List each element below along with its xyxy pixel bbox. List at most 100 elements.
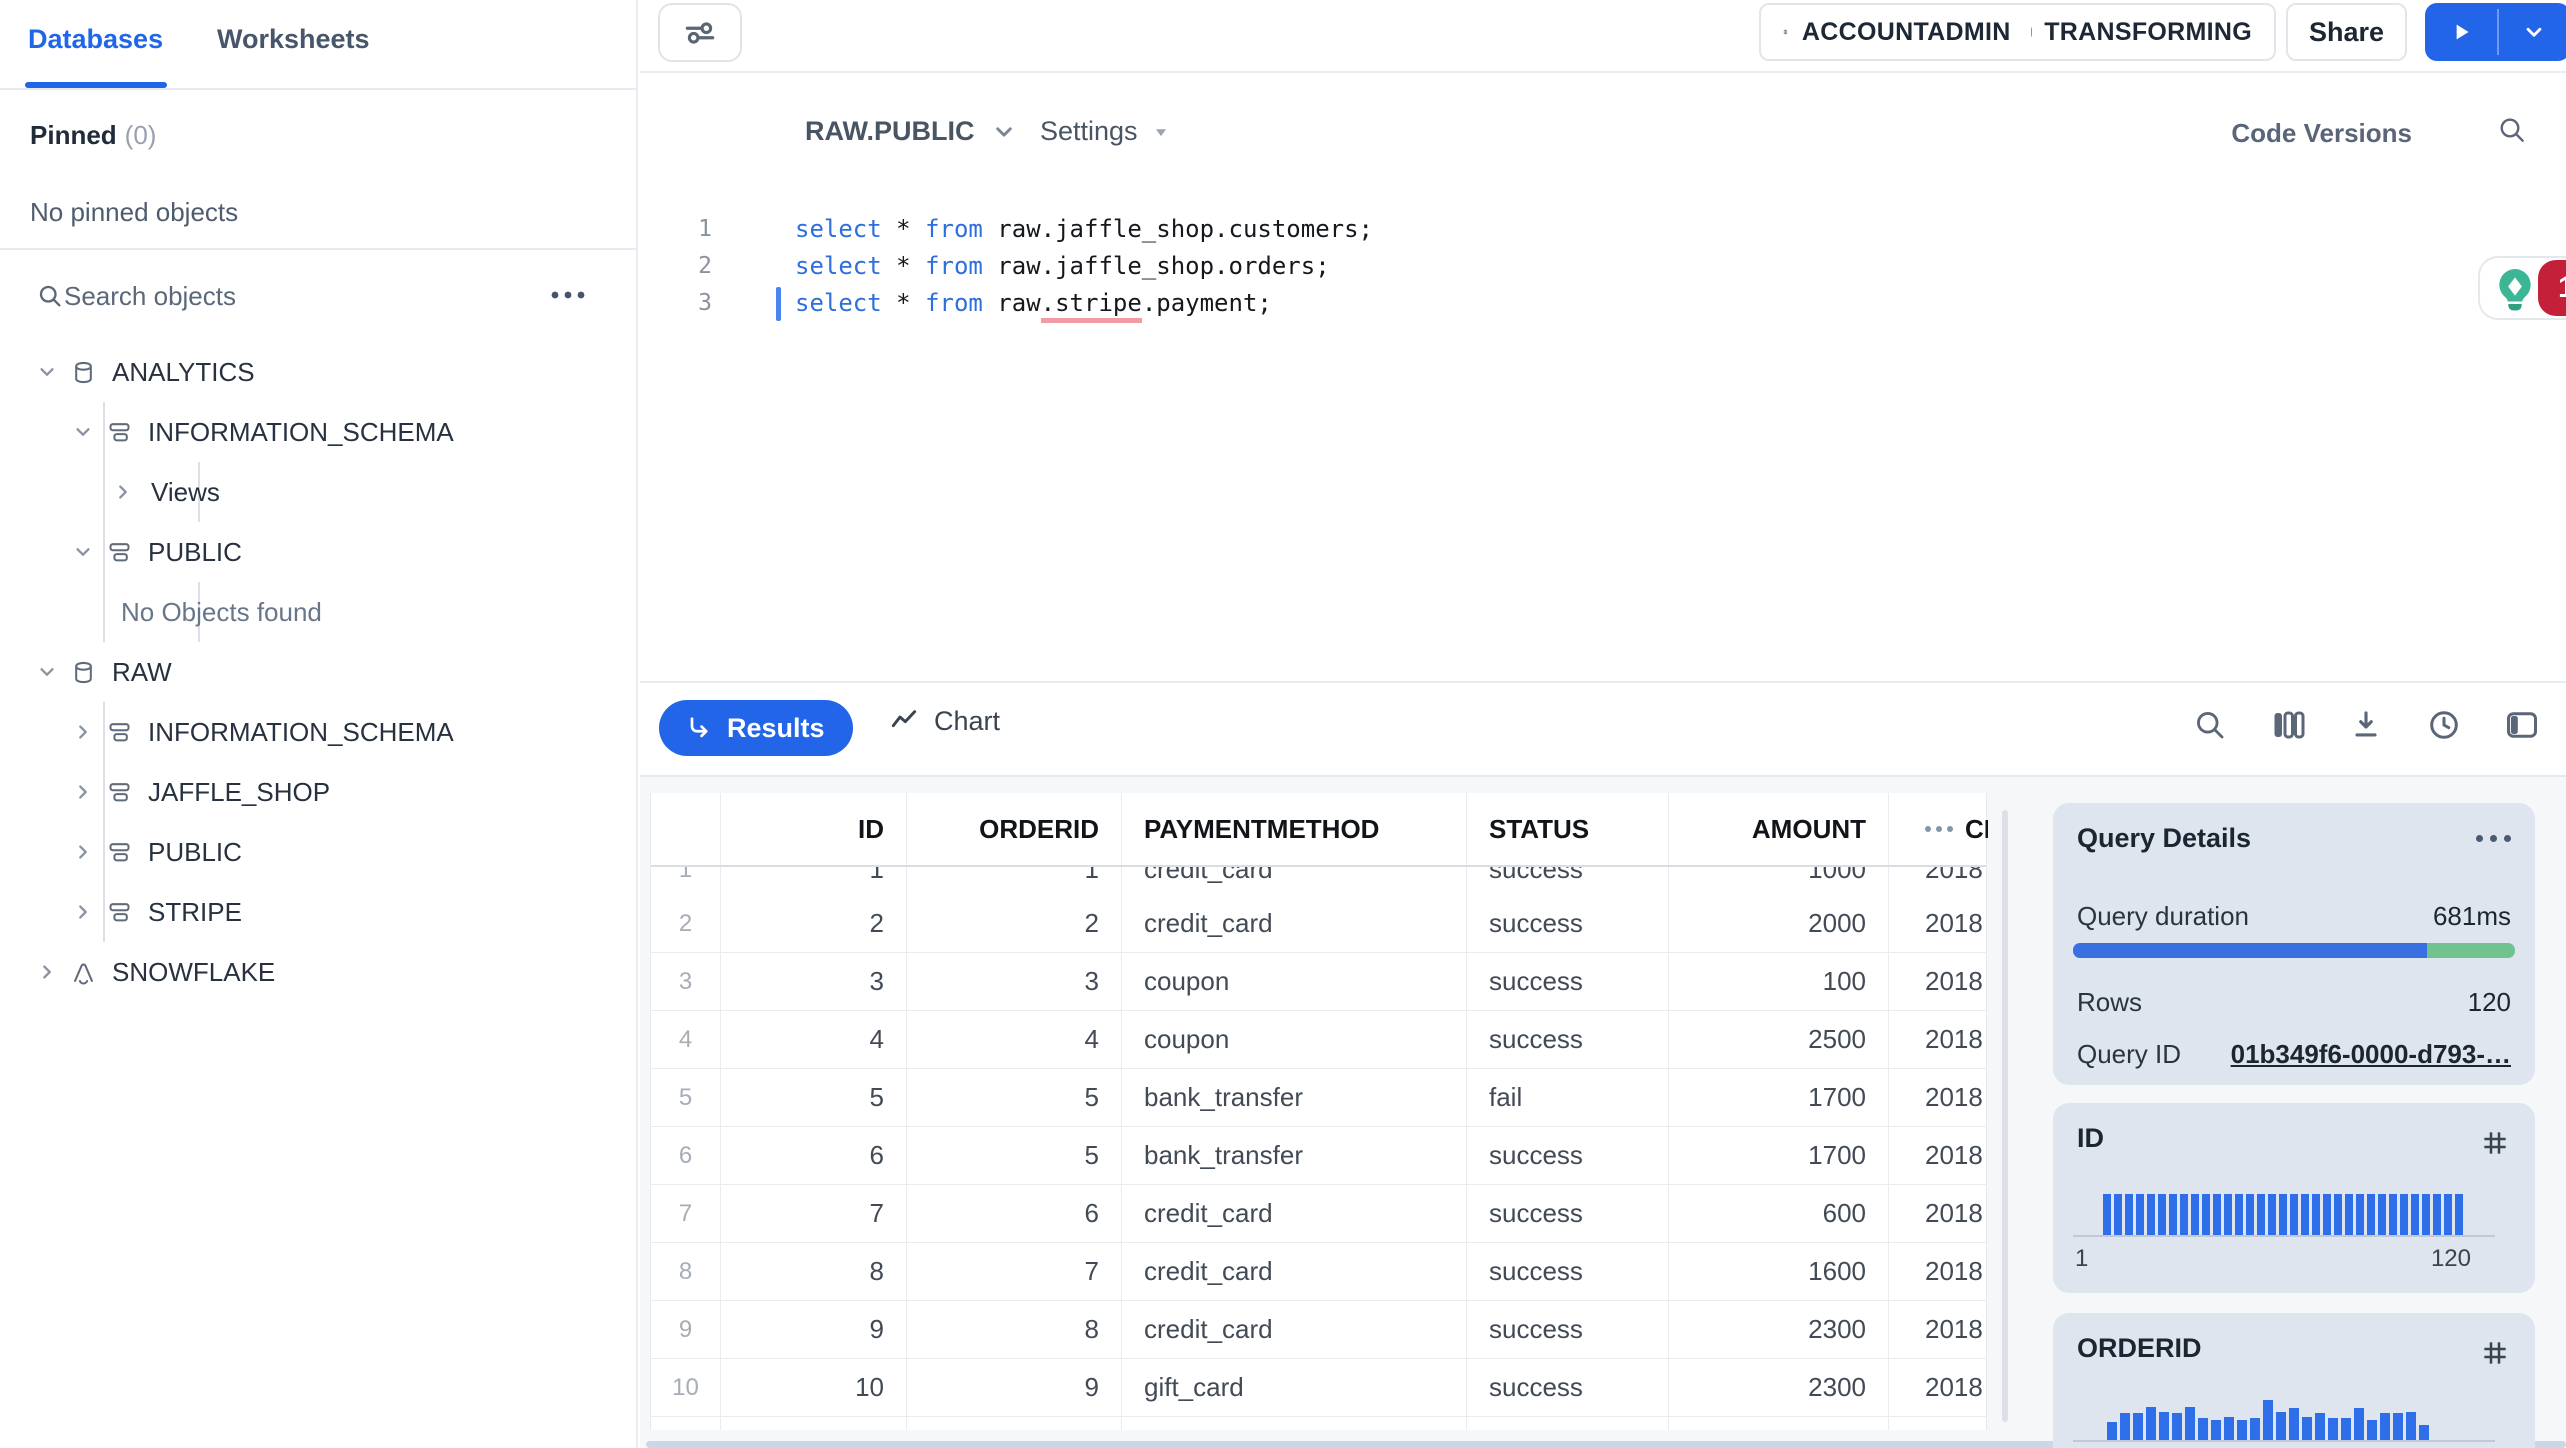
table-row[interactable]: 9 9 8 credit_card success 2300 2018	[651, 1301, 1986, 1359]
search-results-icon[interactable]	[2192, 707, 2228, 743]
code-text: select * from raw.jaffle_shop.customers;	[795, 214, 1373, 243]
chevron-right-icon[interactable]	[70, 839, 96, 865]
cell: fail	[1467, 1069, 1669, 1126]
chevron-right-icon[interactable]	[70, 899, 96, 925]
query-details-menu-icon[interactable]	[2476, 835, 2511, 842]
code-text: select * from raw.jaffle_shop.orders;	[795, 251, 1330, 280]
histogram-bar	[2356, 1194, 2364, 1235]
histogram-bar	[2185, 1407, 2195, 1440]
histogram-bar	[2378, 1194, 2386, 1235]
editor-search-icon[interactable]	[2496, 114, 2528, 146]
suggestion-bulb-icon[interactable]	[2490, 264, 2540, 314]
tree-item-information-schema[interactable]: INFORMATION_SCHEMA	[0, 402, 636, 462]
table-row[interactable]: 8 8 7 credit_card success 1600 2018	[651, 1243, 1986, 1301]
table-row[interactable]: 4 4 4 coupon success 2500 2018	[651, 1011, 1986, 1069]
column-header-paymentmethod[interactable]: PAYMENTMETHOD	[1122, 793, 1467, 865]
code-line-2[interactable]: 2 select * from raw.jaffle_shop.orders;	[640, 247, 2566, 284]
chevron-right-icon[interactable]	[34, 959, 60, 985]
tree-item-public[interactable]: PUBLIC	[0, 822, 636, 882]
id-panel-title: ID	[2077, 1123, 2104, 1153]
column-header-id[interactable]: ID	[721, 793, 907, 865]
id-histogram[interactable]	[2103, 1194, 2463, 1235]
tree-item-information-schema[interactable]: INFORMATION_SCHEMA	[0, 702, 636, 762]
cell: 10	[651, 1359, 721, 1416]
tab-results[interactable]: Results	[659, 700, 853, 756]
histogram-bar	[2455, 1194, 2463, 1235]
column-header-status[interactable]: STATUS	[1467, 793, 1669, 865]
chevron-down-icon[interactable]	[34, 359, 60, 385]
tree-item-stripe[interactable]: STRIPE	[0, 882, 636, 942]
error-count-badge[interactable]: 1	[2538, 260, 2566, 316]
chevron-right-icon[interactable]	[70, 779, 96, 805]
context-selector[interactable]: ACCOUNTADMIN TRANSFORMING	[1759, 3, 2276, 61]
chevron-right-icon[interactable]	[70, 719, 96, 745]
cell: 100	[1669, 953, 1889, 1010]
tree-item-snowflake[interactable]: SNOWFLAKE	[0, 942, 636, 1002]
table-row[interactable]: 6 6 5 bank_transfer success 1700 2018	[651, 1127, 1986, 1185]
history-clock-icon[interactable]	[2426, 707, 2462, 743]
search-input[interactable]	[64, 276, 484, 316]
cell	[1122, 1417, 1467, 1430]
table-row[interactable]: 3 3 3 coupon success 100 2018	[651, 953, 1986, 1011]
code-line-3[interactable]: 3 select * from raw.stripe.payment;	[640, 284, 2566, 323]
histogram-bar	[2389, 1194, 2397, 1235]
tree-item-jaffle-shop[interactable]: JAFFLE_SHOP	[0, 762, 636, 822]
code-versions-link[interactable]: Code Versions	[2231, 118, 2412, 149]
table-row[interactable]: 2 2 2 credit_card success 2000 2018	[651, 895, 1986, 953]
cell: 1700	[1669, 1127, 1889, 1184]
settings-menu[interactable]: Settings	[1040, 116, 1172, 147]
histogram-bar	[2125, 1194, 2133, 1235]
histogram-bar	[2147, 1194, 2155, 1235]
cell: 2018	[1925, 1024, 1983, 1054]
line-number: 1	[698, 215, 712, 242]
column-header-amount[interactable]: AMOUNT	[1669, 793, 1889, 865]
query-duration-value: 681ms	[2432, 901, 2511, 931]
query-id-link[interactable]: 01b349f6-0000-d793-…	[2231, 1039, 2511, 1070]
query-duration-bar	[2073, 943, 2515, 958]
table-row[interactable]: 5 5 5 bank_transfer fail 1700 2018	[651, 1069, 1986, 1127]
chevron-down-icon	[995, 126, 1012, 137]
table-row[interactable]: 10 10 9 gift_card success 2300 2018	[651, 1359, 1986, 1417]
sql-editor[interactable]: 1 select * from raw.jaffle_shop.customers…	[640, 210, 2566, 323]
tree-item-analytics[interactable]: ANALYTICS	[0, 342, 636, 402]
cell: 5	[907, 1127, 1122, 1184]
sliders-icon	[685, 21, 715, 44]
run-play-button[interactable]	[2425, 3, 2497, 61]
chevron-down-icon[interactable]	[70, 539, 96, 565]
chevron-down-icon[interactable]	[34, 659, 60, 685]
context-label: RAW.PUBLIC	[805, 116, 975, 146]
more-options-icon[interactable]	[548, 288, 588, 302]
split-panel-icon[interactable]	[2504, 707, 2540, 743]
cell: success	[1467, 867, 1669, 895]
download-icon[interactable]	[2348, 707, 2384, 743]
histogram-bar	[2315, 1413, 2325, 1440]
chevron-down-icon[interactable]	[70, 419, 96, 445]
tree-item-raw[interactable]: RAW	[0, 642, 636, 702]
query-id-row: Query ID 01b349f6-0000-d793-…	[2077, 1039, 2511, 1070]
tree-item-views[interactable]: Views	[0, 462, 636, 522]
grid-vertical-scrollbar[interactable]	[2002, 810, 2008, 1422]
column-menu-icon[interactable]	[1925, 826, 1953, 832]
column-header-orderid[interactable]: ORDERID	[907, 793, 1122, 865]
code-line-1[interactable]: 1 select * from raw.jaffle_shop.customers…	[640, 210, 2566, 247]
tab-databases[interactable]: Databases	[28, 24, 163, 55]
tree-item-public[interactable]: PUBLIC	[0, 522, 636, 582]
cell: 1600	[1669, 1243, 1889, 1300]
columns-icon[interactable]	[2270, 707, 2306, 743]
orderid-histogram[interactable]	[2107, 1400, 2429, 1440]
column-header-rownum[interactable]	[651, 793, 721, 865]
table-row[interactable]: 7 7 6 credit_card success 600 2018	[651, 1185, 1986, 1243]
histogram-bar	[2411, 1194, 2419, 1235]
id-max-label: 120	[2430, 1245, 2471, 1272]
tab-worksheets[interactable]: Worksheets	[217, 24, 370, 55]
tab-chart[interactable]: Chart	[888, 705, 1000, 737]
run-options-button[interactable]	[2499, 3, 2566, 61]
column-stats-panel-id: ID 1 120	[2053, 1103, 2535, 1293]
worksheet-config-button[interactable]	[658, 3, 742, 62]
results-grid[interactable]: IDORDERIDPAYMENTMETHODSTATUSAMOUNT CREATE…	[650, 793, 1988, 1430]
column-header-created[interactable]: CREATED	[1889, 793, 1988, 865]
histogram-bar	[2213, 1194, 2221, 1235]
chevron-right-icon[interactable]	[110, 479, 136, 505]
share-button[interactable]: Share	[2286, 3, 2407, 61]
database-schema-picker[interactable]: RAW.PUBLIC	[805, 116, 1019, 147]
